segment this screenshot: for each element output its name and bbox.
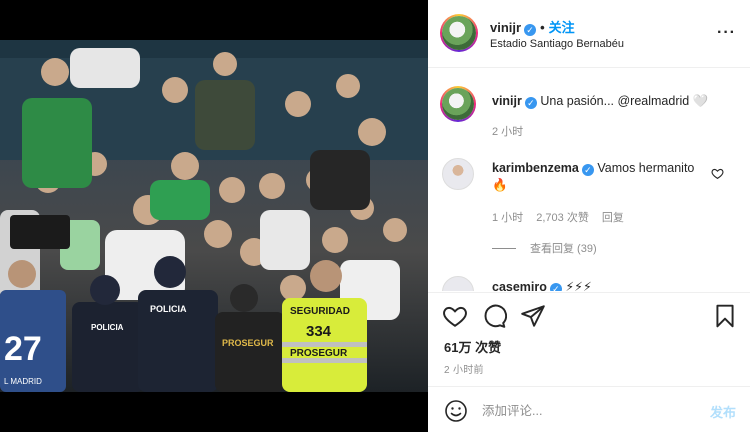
view-replies-label: 查看回复 (39) [530, 243, 597, 255]
comment-username[interactable]: casemiro [492, 280, 547, 291]
separator-dot: • [540, 20, 545, 35]
comment-bubble-icon[interactable] [481, 303, 507, 329]
prosegur-jacket-text: PROSEGUR [222, 338, 274, 348]
security-vest-brand: PROSEGUR [290, 348, 348, 359]
post-actions: 61万 次赞 2 小时前 发布 [428, 292, 750, 432]
more-options-icon[interactable]: ··· [717, 24, 736, 42]
comment: karimbenzema ✓ Vamos hermanito🔥 [492, 160, 702, 194]
replies-divider [492, 248, 516, 249]
police-label-2: POLICIA [150, 304, 187, 314]
police-label-1: POLICIA [91, 323, 124, 332]
emoji-icon[interactable] [444, 399, 468, 423]
reply-button[interactable]: 回复 [602, 212, 624, 224]
stadium-crowd-illustration: 27 L MADRID POLICIA POLICIA PROSEGUR SEG… [0, 40, 428, 392]
verified-icon: ✓ [524, 24, 537, 36]
caption: vinijr ✓ Una pasión... @realmadrid 🤍 [492, 93, 708, 110]
like-heart-icon[interactable] [442, 303, 468, 329]
caption-text: Una pasión... @realmadrid 🤍 [540, 94, 709, 108]
comment-username[interactable]: karimbenzema [492, 161, 579, 175]
comment: casemiro ✓ ⚡⚡⚡ [492, 279, 592, 291]
caption-avatar[interactable] [440, 86, 476, 122]
comment-meta: 1 小时 2,703 次赞 回复 [492, 209, 634, 225]
comments-list[interactable]: vinijr ✓ Una pasión... @realmadrid 🤍 2 小时… [428, 69, 750, 291]
author-username[interactable]: vinijr [490, 20, 521, 35]
post-header: vinijr ✓ • 关注 Estadio Santiago Bernabéu ··· [428, 0, 750, 68]
comment-likes[interactable]: 2,703 次赞 [536, 212, 589, 224]
like-comment-heart-icon[interactable] [711, 167, 724, 180]
author-line: vinijr ✓ • 关注 [490, 17, 575, 36]
photo-pane: 27 L MADRID POLICIA POLICIA PROSEGUR SEG… [0, 0, 428, 432]
security-vest-number: 334 [306, 323, 332, 340]
comment-input[interactable] [482, 401, 682, 421]
caption-username[interactable]: vinijr [492, 94, 522, 108]
caption-time: 2 小时 [492, 126, 524, 138]
verified-icon: ✓ [549, 283, 562, 291]
commenter-avatar[interactable] [442, 276, 474, 291]
security-vest-line1: SEGURIDAD [290, 306, 350, 317]
verified-icon: ✓ [524, 97, 537, 109]
verified-icon: ✓ [581, 164, 594, 176]
shirt-number-text: 27 [4, 330, 42, 368]
post-timestamp[interactable]: 2 小时前 [444, 361, 484, 376]
save-bookmark-icon[interactable] [712, 303, 738, 329]
likes-count[interactable]: 61万 次赞 [444, 337, 501, 356]
add-comment-bar: 发布 [428, 386, 750, 432]
post-comment-button[interactable]: 发布 [710, 402, 736, 421]
comment-time: 1 小时 [492, 212, 524, 224]
share-paper-plane-icon[interactable] [520, 303, 546, 329]
author-avatar[interactable] [440, 14, 478, 52]
commenter-avatar[interactable] [442, 158, 474, 190]
comment-text: ⚡⚡⚡ [565, 280, 592, 291]
location-link[interactable]: Estadio Santiago Bernabéu [490, 38, 624, 50]
follow-button[interactable]: 关注 [549, 20, 575, 35]
post-side-panel: vinijr ✓ • 关注 Estadio Santiago Bernabéu ···… [428, 0, 750, 432]
post-photo[interactable]: 27 L MADRID POLICIA POLICIA PROSEGUR SEG… [0, 40, 428, 392]
shirt-text: L MADRID [4, 377, 42, 386]
view-replies-button[interactable]: 查看回复 (39) [492, 240, 597, 256]
